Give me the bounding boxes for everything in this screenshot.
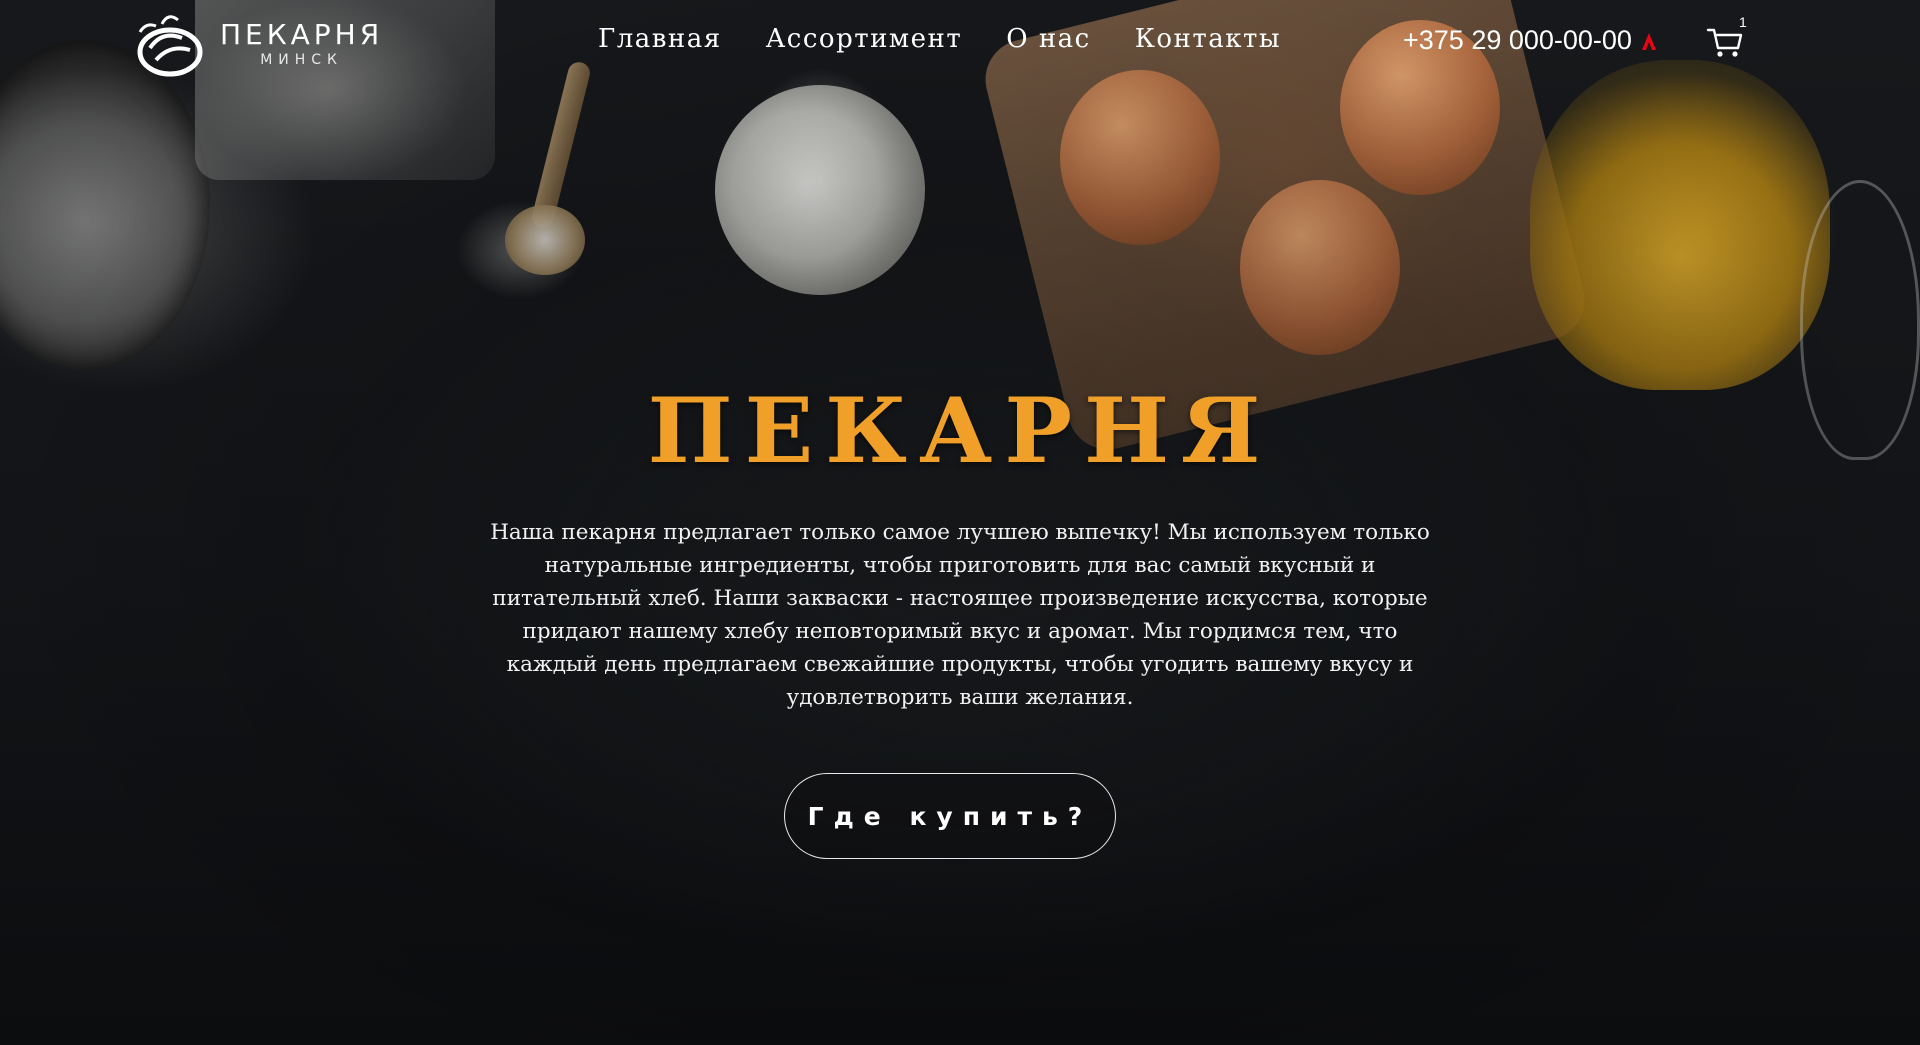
cart-count-badge: 1 — [1739, 14, 1747, 30]
wooden-spoon-image — [505, 205, 585, 275]
logo-name: ПЕКАРНЯ — [220, 18, 384, 51]
phone-number: +375 29 000-00-00 — [1403, 25, 1632, 55]
bowl-image — [0, 40, 210, 370]
flour-spoon-image — [680, 50, 960, 330]
hero-title: ПЕКАРНЯ — [647, 378, 1273, 484]
where-to-buy-button[interactable]: Где купить? — [784, 773, 1116, 859]
main-nav: Главная Ассортимент О нас Контакты — [598, 24, 1281, 54]
nav-item-contacts[interactable]: Контакты — [1135, 24, 1281, 54]
hero-description: Наша пекарня предлагает только самое луч… — [490, 520, 1430, 710]
egg-image — [1240, 180, 1400, 355]
site-header: ПЕКАРНЯ МИНСК Главная Ассортимент О нас … — [0, 0, 1920, 86]
nav-item-home[interactable]: Главная — [598, 24, 722, 54]
logo-text: ПЕКАРНЯ МИНСК — [220, 18, 384, 68]
nav-item-assortment[interactable]: Ассортимент — [766, 24, 963, 54]
egg-image — [1060, 70, 1220, 245]
bread-logo-icon — [137, 15, 203, 77]
logo[interactable]: ПЕКАРНЯ МИНСК — [132, 10, 383, 78]
nav-item-about[interactable]: О нас — [1006, 24, 1090, 54]
phone-link[interactable]: +375 29 000-00-00 — [1403, 25, 1658, 56]
a1-operator-icon — [1641, 32, 1656, 50]
oil-bottle-image — [1530, 60, 1830, 390]
logo-city: МИНСК — [260, 52, 343, 68]
